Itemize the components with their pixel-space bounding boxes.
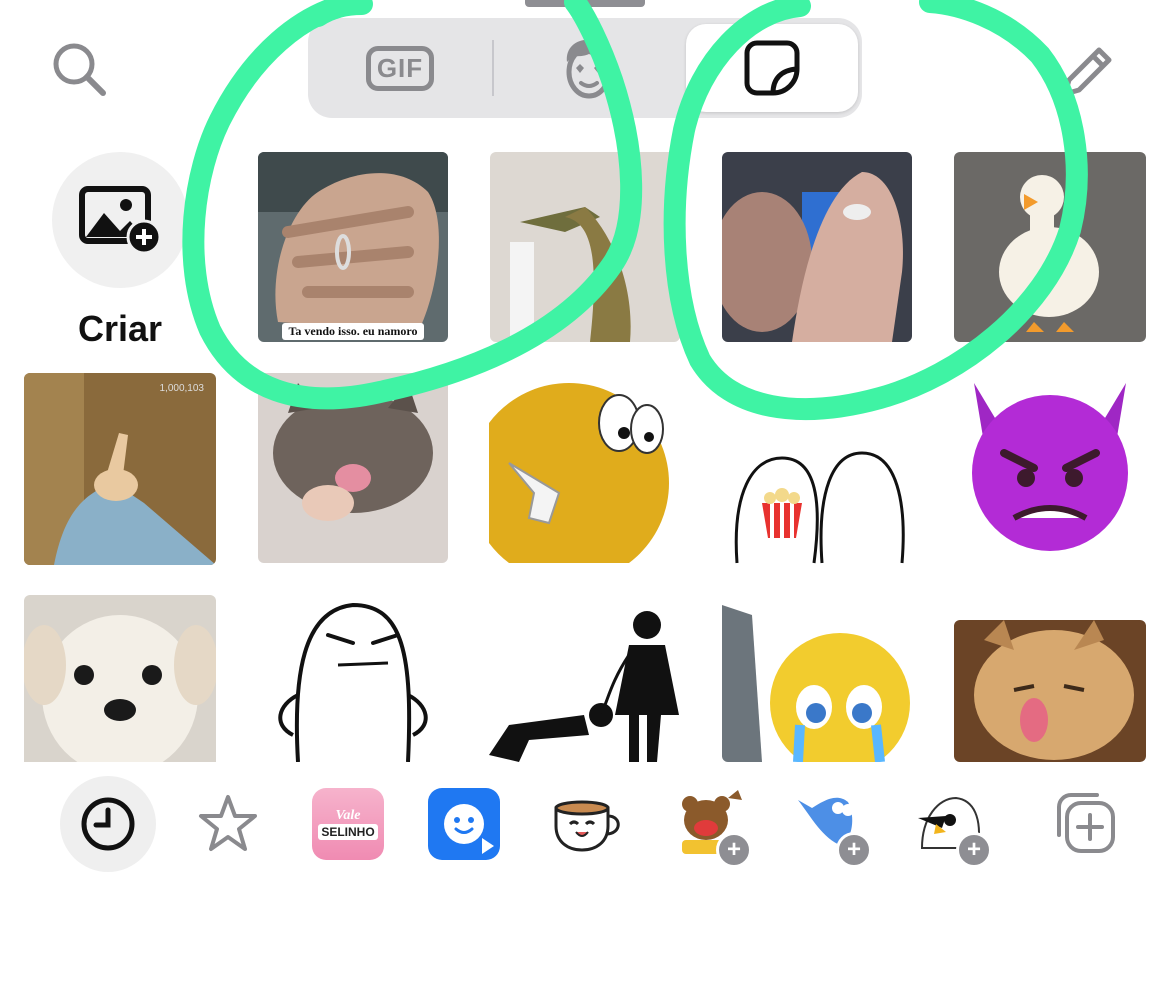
sticker-purple-devil-emoji[interactable] — [954, 373, 1146, 565]
sticker-flork-skeptical[interactable] — [258, 595, 448, 762]
tray-item-recent[interactable] — [60, 776, 156, 872]
star-icon — [199, 795, 257, 851]
tray-item-teacup-pack[interactable] — [540, 776, 636, 872]
tray-item-add-pack[interactable] — [1036, 776, 1132, 872]
sticker-image — [954, 620, 1146, 762]
add-pack-badge: + — [716, 832, 752, 868]
sheet-grabber[interactable] — [525, 0, 645, 7]
memoji-face-icon — [566, 39, 612, 99]
search-button[interactable] — [40, 30, 120, 110]
blue-smile-app-icon — [428, 788, 500, 860]
sticker-sleepy-dog-tongue[interactable] — [954, 620, 1146, 762]
sticker-image — [954, 152, 1146, 342]
tray-item-favorites[interactable] — [180, 776, 276, 872]
sticker-white-duck[interactable] — [954, 152, 1146, 342]
sticker-image — [722, 595, 914, 762]
teacup-icon — [554, 800, 620, 852]
clock-icon — [81, 797, 135, 851]
sticker-image — [489, 373, 681, 563]
sticker-cat-thumbs-up[interactable] — [258, 373, 448, 563]
sticker-pictogram-leash[interactable] — [489, 595, 681, 762]
create-sticker-button[interactable] — [52, 152, 188, 288]
bear-icon: + — [672, 788, 752, 868]
sticker-flork-popcorn-duo[interactable] — [722, 373, 914, 565]
pack-text-top: Vale — [335, 808, 361, 823]
sticker-image — [489, 595, 681, 762]
vale-selinho-pack-icon: Vale SELINHO — [312, 788, 384, 860]
tray-item-white-bird-pack[interactable]: + — [900, 776, 996, 872]
create-label: Criar — [77, 308, 163, 349]
sticker-image — [722, 373, 914, 565]
edit-button[interactable] — [1040, 25, 1130, 115]
gif-icon: GIF — [365, 45, 435, 91]
sticker-yellow-blob-shrug[interactable] — [489, 373, 681, 563]
sticker-icon — [744, 40, 800, 96]
sticker-hand-ring-selfie[interactable]: Ta vendo isso. eu namoro — [258, 152, 448, 342]
view-counter: 1,000,103 — [159, 383, 205, 394]
sticker-pack-tray: Vale SELINHO + + + — [0, 770, 1170, 880]
sticker-crying-emoji-monitor[interactable] — [722, 595, 914, 762]
sticker-image — [954, 373, 1146, 565]
blue-bird-icon: + — [792, 788, 872, 868]
add-photo-icon — [79, 186, 162, 255]
sticker-crocodile[interactable] — [490, 152, 680, 342]
tray-item-bear-pack[interactable]: + — [660, 776, 756, 872]
sticker-image — [722, 152, 912, 342]
search-icon — [53, 43, 106, 96]
white-bird-icon: + — [912, 788, 992, 868]
tray-item-blue-face-app[interactable] — [416, 776, 512, 872]
sticker-image — [490, 152, 680, 342]
pack-text-bottom: SELINHO — [318, 824, 378, 840]
sticker-blurry-hand-ring[interactable] — [722, 152, 912, 342]
add-pack-badge: + — [956, 832, 992, 868]
sticker-image — [258, 595, 448, 762]
tab-stickers[interactable] — [686, 24, 858, 112]
tray-item-vale-selinho-pack[interactable]: Vale SELINHO — [300, 776, 396, 872]
add-pack-badge: + — [836, 832, 872, 868]
tab-gif[interactable]: GIF — [308, 24, 492, 112]
media-type-tabs: GIF — [308, 18, 862, 118]
add-sticker-pack-icon — [1057, 793, 1115, 853]
tray-item-blue-bird-pack[interactable]: + — [780, 776, 876, 872]
tab-memoji[interactable] — [494, 24, 684, 112]
highlight-stroke-top — [307, 0, 373, 27]
pencil-icon — [1062, 47, 1112, 97]
sticker-image — [24, 373, 216, 565]
sticker-image — [258, 152, 448, 342]
sticker-white-puppy[interactable] — [24, 595, 216, 762]
sticker-cartoon-pointing-up[interactable]: 1,000,103 — [24, 373, 216, 565]
sticker-image — [24, 595, 216, 762]
sticker-caption: Ta vendo isso. eu namoro — [282, 323, 424, 340]
sticker-image — [258, 373, 448, 563]
